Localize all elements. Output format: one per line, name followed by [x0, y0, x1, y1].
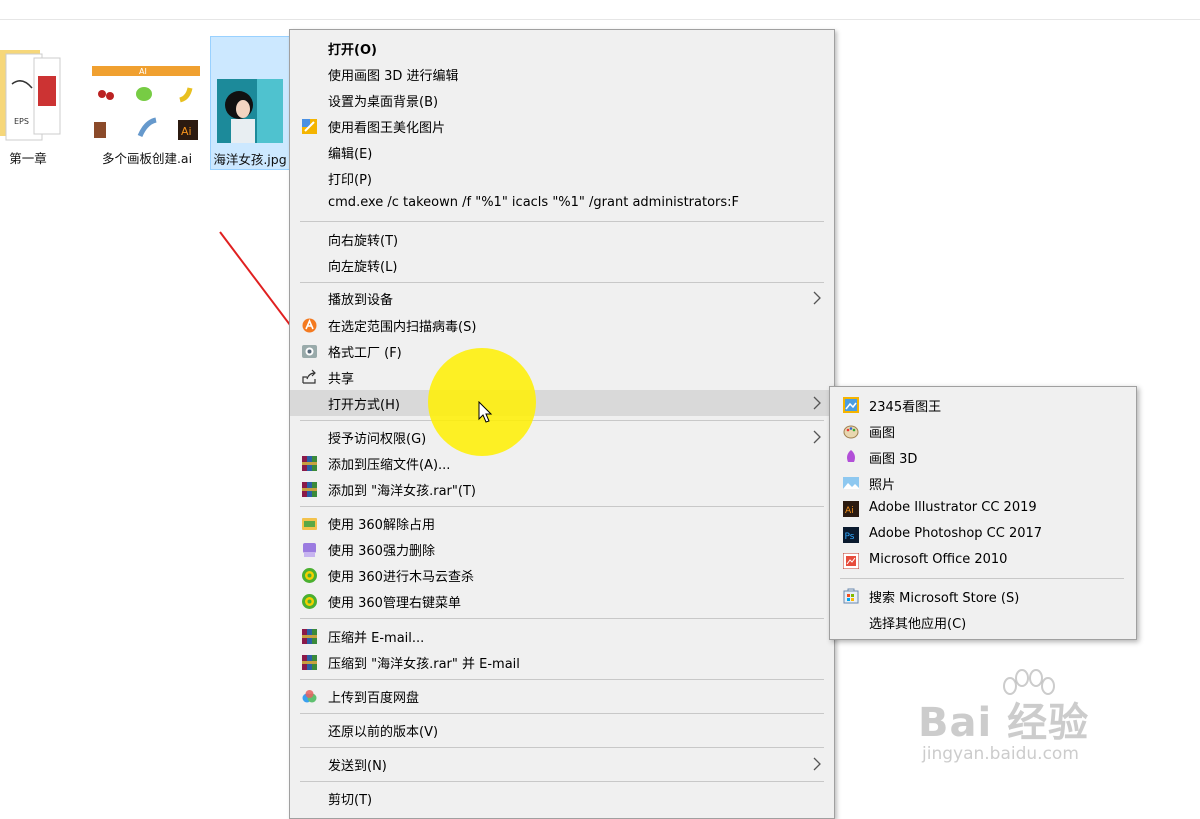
menu-separator — [300, 679, 824, 680]
mouse-cursor-icon — [478, 401, 493, 423]
submenu-item-paint[interactable]: 画图 — [830, 418, 1136, 444]
menu-item-add-to-archive[interactable]: 添加到压缩文件(A)... — [290, 450, 834, 476]
menu-item-send-to[interactable]: 发送到(N) — [290, 751, 834, 777]
paint-icon — [843, 425, 859, 439]
ai-file-thumbnail-icon: AI Ai — [92, 66, 200, 140]
photos-icon — [843, 477, 859, 489]
menu-item-open-with[interactable]: 打开方式(H) — [290, 390, 834, 416]
menu-item-restore-versions[interactable]: 还原以前的版本(V) — [290, 717, 834, 743]
menu-item-cast-to-device[interactable]: 播放到设备 — [290, 285, 834, 311]
winrar-icon — [302, 655, 317, 670]
share-icon — [302, 369, 316, 384]
menu-separator — [300, 420, 824, 421]
ai-banner-text: AI — [139, 67, 147, 76]
submenu-item-photoshop[interactable]: Ps Adobe Photoshop CC 2017 — [830, 522, 1136, 548]
submenu-item-search-store[interactable]: 搜索 Microsoft Store (S) — [830, 583, 1136, 609]
baidu-netdisk-icon — [302, 690, 317, 703]
360-unlock-icon — [302, 518, 317, 530]
360-shredder-icon — [303, 543, 316, 557]
file-name: 第一章 — [9, 151, 47, 166]
menu-item-baidu-upload[interactable]: 上传到百度网盘 — [290, 683, 834, 709]
menu-separator — [300, 506, 824, 507]
menu-item-kantuwang-beautify[interactable]: 使用看图王美化图片 — [290, 113, 834, 139]
watermark-title: Bai 经验 — [918, 700, 1090, 746]
menu-item-cmd-takeown[interactable]: cmd.exe /c takeown /f "%1" icacls "%1" /… — [290, 191, 834, 217]
file-name: 多个画板创建.ai — [101, 151, 193, 166]
menu-item-scan-virus[interactable]: 在选定范围内扫描病毒(S) — [290, 312, 834, 338]
format-factory-icon — [302, 345, 317, 358]
menu-separator — [300, 781, 824, 782]
menu-separator — [300, 282, 824, 283]
winrar-icon — [302, 629, 317, 644]
file-name: 海洋女孩.jpg — [213, 152, 287, 167]
menu-item-360-unlock[interactable]: 使用 360解除占用 — [290, 510, 834, 536]
menu-separator — [300, 618, 824, 619]
file-ocean-girl-selected[interactable]: 海洋女孩.jpg — [210, 36, 290, 170]
submenu-separator — [840, 578, 1124, 579]
submenu-item-paint3d[interactable]: 画图 3D — [830, 444, 1136, 470]
chevron-right-icon — [813, 430, 821, 444]
menu-item-360-trojan-scan[interactable]: 使用 360进行木马云查杀 — [290, 562, 834, 588]
top-divider — [0, 19, 1200, 20]
menu-item-set-wallpaper[interactable]: 设置为桌面背景(B) — [290, 87, 834, 113]
360-logo-icon — [302, 594, 317, 609]
360-logo-icon — [302, 568, 317, 583]
chevron-right-icon — [813, 291, 821, 305]
submenu-item-office[interactable]: Microsoft Office 2010 — [830, 548, 1136, 574]
svg-text:Ai: Ai — [845, 506, 854, 516]
menu-item-add-to-rar[interactable]: 添加到 "海洋女孩.rar"(T) — [290, 476, 834, 502]
chevron-right-icon — [813, 757, 821, 771]
2345-viewer-icon — [843, 397, 859, 413]
menu-item-format-factory[interactable]: 格式工厂 (F) — [290, 338, 834, 364]
winrar-icon — [302, 482, 317, 497]
avast-icon — [302, 318, 317, 333]
chevron-right-icon — [813, 396, 821, 410]
folder-thumbnail-icon: EPS — [0, 50, 61, 141]
baidu-jingyan-watermark: Bai 经验 jingyan.baidu.com — [918, 668, 1198, 778]
menu-item-share[interactable]: 共享 — [290, 364, 834, 390]
image-thumbnail-icon — [217, 79, 283, 143]
ai-badge-text: Ai — [181, 125, 192, 138]
context-menu: 打开(O) 使用画图 3D 进行编辑 设置为桌面背景(B) 使用看图王美化图片 … — [289, 29, 835, 819]
menu-item-print[interactable]: 打印(P) — [290, 165, 834, 191]
menu-separator — [300, 747, 824, 748]
submenu-item-illustrator[interactable]: Ai Adobe Illustrator CC 2019 — [830, 496, 1136, 522]
office-picture-icon — [843, 553, 859, 569]
menu-item-rotate-left[interactable]: 向左旋转(L) — [290, 252, 834, 278]
menu-item-cut[interactable]: 剪切(T) — [290, 785, 834, 811]
winrar-icon — [302, 456, 317, 471]
menu-item-grant-access[interactable]: 授予访问权限(G) — [290, 424, 834, 450]
menu-item-compress-rar-email[interactable]: 压缩到 "海洋女孩.rar" 并 E-mail — [290, 649, 834, 675]
menu-item-compress-email[interactable]: 压缩并 E-mail... — [290, 623, 834, 649]
eps-text: EPS — [14, 117, 29, 126]
submenu-item-photos[interactable]: 照片 — [830, 470, 1136, 496]
menu-item-edit[interactable]: 编辑(E) — [290, 139, 834, 165]
svg-text:Ps: Ps — [845, 532, 855, 542]
kantuwang-icon — [302, 119, 317, 134]
menu-separator — [300, 713, 824, 714]
submenu-item-choose-other-app[interactable]: 选择其他应用(C) — [830, 609, 1136, 635]
menu-item-paint3d-edit[interactable]: 使用画图 3D 进行编辑 — [290, 61, 834, 87]
menu-item-360-manage-menu[interactable]: 使用 360管理右键菜单 — [290, 588, 834, 614]
menu-item-open[interactable]: 打开(O) — [290, 35, 834, 61]
watermark-url: jingyan.baidu.com — [922, 744, 1079, 764]
submenu-item-2345-viewer[interactable]: 2345看图王 — [830, 392, 1136, 418]
menu-item-360-force-delete[interactable]: 使用 360强力删除 — [290, 536, 834, 562]
menu-item-rotate-right[interactable]: 向右旋转(T) — [290, 226, 834, 252]
menu-separator — [300, 221, 824, 222]
folder-chapter-1[interactable]: EPS 第一章 — [0, 36, 68, 170]
open-with-submenu: 2345看图王 画图 画图 3D 照片 Ai Adobe Illustrator… — [829, 386, 1137, 640]
illustrator-icon: Ai — [843, 501, 859, 517]
photoshop-icon: Ps — [843, 527, 859, 543]
paint3d-icon — [847, 450, 855, 462]
store-icon — [843, 588, 859, 604]
file-ai-artboards[interactable]: AI Ai 多个画板创建.ai — [92, 36, 202, 170]
